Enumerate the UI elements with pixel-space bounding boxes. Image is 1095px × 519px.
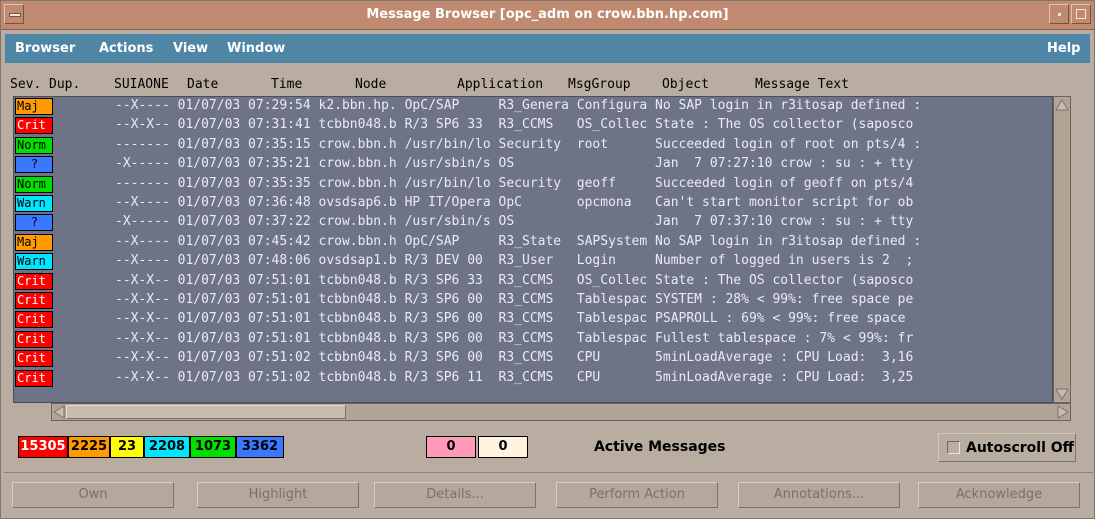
- severity-badge: ?: [15, 214, 53, 232]
- scroll-up-icon[interactable]: [1055, 98, 1069, 112]
- severity-badge: Crit: [15, 117, 53, 135]
- col-node[interactable]: Node: [355, 77, 386, 92]
- message-rows[interactable]: Maj --X---- 01/07/03 07:29:54 k2.bbn.hp. …: [13, 96, 1053, 403]
- message-row[interactable]: Norm ------- 01/07/03 07:35:35 crow.bbn.h…: [14, 175, 1052, 194]
- severity-count: 23: [110, 436, 144, 458]
- severity-badge: Crit: [15, 330, 53, 348]
- message-row[interactable]: Warn --X---- 01/07/03 07:48:06 ovsdsap1.b…: [14, 252, 1052, 271]
- message-row[interactable]: Crit --X-X-- 01/07/03 07:51:02 tcbbn048.b…: [14, 369, 1052, 388]
- menu-window[interactable]: Window: [227, 34, 285, 63]
- severity-badge: Maj: [15, 233, 53, 251]
- message-row-text: ------- 01/07/03 07:35:35 crow.bbn.h /us…: [115, 175, 914, 191]
- message-row-text: --X-X-- 01/07/03 07:51:02 tcbbn048.b R/3…: [115, 350, 914, 366]
- col-msggroup[interactable]: MsgGroup: [568, 77, 631, 92]
- severity-badge: Warn: [15, 253, 53, 271]
- severity-badge: Maj: [15, 98, 53, 115]
- severity-count: 2208: [144, 436, 190, 458]
- severity-badge: Warn: [15, 195, 53, 212]
- highlight-button[interactable]: Highlight: [197, 482, 359, 508]
- severity-badge: Norm: [15, 136, 53, 154]
- scroll-thumb[interactable]: [66, 405, 346, 419]
- severity-badge: ?: [15, 156, 53, 174]
- col-time[interactable]: Time: [271, 77, 302, 92]
- message-list: Sev. Dup. SUIAONE Date Time Node Applica…: [9, 73, 1074, 421]
- maximize-icon[interactable]: [1071, 4, 1091, 24]
- message-count: 0: [478, 436, 528, 458]
- severity-badge: Norm: [15, 175, 53, 193]
- message-row-text: --X---- 01/07/03 07:36:48 ovsdsap6.b HP …: [115, 195, 914, 210]
- message-browser-window: Message Browser [opc_adm on crow.bbn.hp.…: [0, 0, 1095, 519]
- message-row[interactable]: Crit --X-X-- 01/07/03 07:51:02 tcbbn048.b…: [14, 349, 1052, 368]
- col-suiaone[interactable]: SUIAONE: [114, 77, 169, 92]
- title-bar[interactable]: Message Browser [opc_adm on crow.bbn.hp.…: [1, 1, 1094, 30]
- col-application[interactable]: Application: [457, 77, 543, 92]
- message-row-text: ------- 01/07/03 07:35:15 crow.bbn.h /us…: [115, 136, 922, 152]
- autoscroll-toggle[interactable]: Autoscroll Off: [938, 433, 1076, 462]
- menu-actions[interactable]: Actions: [99, 34, 153, 63]
- col-date[interactable]: Date: [187, 77, 218, 92]
- message-row-text: --X-X-- 01/07/03 07:51:01 tcbbn048.b R/3…: [115, 311, 906, 327]
- menu-browser[interactable]: Browser: [15, 34, 75, 63]
- message-row-text: --X---- 01/07/03 07:48:06 ovsdsap1.b R/3…: [115, 253, 914, 269]
- severity-count: 1073: [190, 436, 236, 458]
- message-row[interactable]: Crit --X-X-- 01/07/03 07:51:01 tcbbn048.b…: [14, 310, 1052, 329]
- perform-action-button[interactable]: Perform Action: [556, 482, 718, 508]
- severity-badge: Crit: [15, 292, 53, 309]
- annotations-button[interactable]: Annotations...: [738, 482, 900, 508]
- severity-badge: Crit: [15, 311, 53, 329]
- message-row[interactable]: Crit --X-X-- 01/07/03 07:51:01 tcbbn048.b…: [14, 291, 1052, 310]
- message-row[interactable]: Norm ------- 01/07/03 07:35:15 crow.bbn.h…: [14, 136, 1052, 155]
- vertical-scrollbar[interactable]: [1053, 96, 1071, 403]
- severity-badge: Crit: [15, 369, 53, 387]
- autoscroll-label: Autoscroll Off: [966, 440, 1074, 456]
- menu-bar: Browser Actions View Window Help: [5, 34, 1090, 63]
- message-row-text: --X-X-- 01/07/03 07:51:02 tcbbn048.b R/3…: [115, 369, 914, 385]
- message-row[interactable]: Maj --X---- 01/07/03 07:29:54 k2.bbn.hp. …: [14, 97, 1052, 116]
- message-row-text: -X----- 01/07/03 07:35:21 crow.bbn.h /us…: [115, 156, 914, 172]
- message-row-text: --X---- 01/07/03 07:29:54 k2.bbn.hp. OpC…: [115, 98, 922, 113]
- severity-badge: Crit: [15, 272, 53, 290]
- message-row-text: --X-X-- 01/07/03 07:31:41 tcbbn048.b R/3…: [115, 117, 914, 133]
- column-headers: Sev. Dup. SUIAONE Date Time Node Applica…: [9, 73, 1074, 95]
- menu-view[interactable]: View: [173, 34, 208, 63]
- autoscroll-checkbox[interactable]: [947, 441, 960, 454]
- own-button[interactable]: Own: [12, 482, 174, 508]
- message-row[interactable]: Warn --X---- 01/07/03 07:36:48 ovsdsap6.b…: [14, 194, 1052, 213]
- message-row[interactable]: Crit --X-X-- 01/07/03 07:51:01 tcbbn048.b…: [14, 272, 1052, 291]
- window-title: Message Browser [opc_adm on crow.bbn.hp.…: [366, 7, 729, 22]
- message-row[interactable]: Crit --X-X-- 01/07/03 07:31:41 tcbbn048.b…: [14, 116, 1052, 135]
- severity-count: 2225: [68, 436, 110, 458]
- scroll-left-icon[interactable]: [53, 405, 65, 419]
- severity-count: 15305: [18, 436, 68, 458]
- message-row-text: --X-X-- 01/07/03 07:51:01 tcbbn048.b R/3…: [115, 292, 914, 307]
- col-dup[interactable]: Dup.: [49, 77, 80, 92]
- col-sev[interactable]: Sev.: [10, 77, 41, 92]
- col-object[interactable]: Object: [662, 77, 709, 92]
- action-button-bar: Own Highlight Details... Perform Action …: [4, 472, 1093, 516]
- message-row-text: --X-X-- 01/07/03 07:51:01 tcbbn048.b R/3…: [115, 272, 914, 288]
- menu-help[interactable]: Help: [1047, 34, 1080, 63]
- message-row[interactable]: Maj --X---- 01/07/03 07:45:42 crow.bbn.h …: [14, 233, 1052, 252]
- message-row-text: --X-X-- 01/07/03 07:51:01 tcbbn048.b R/3…: [115, 330, 914, 346]
- minimize-icon[interactable]: [1049, 4, 1069, 24]
- message-row[interactable]: Crit --X-X-- 01/07/03 07:51:01 tcbbn048.b…: [14, 330, 1052, 349]
- scroll-down-icon[interactable]: [1055, 387, 1069, 401]
- message-row[interactable]: ? -X----- 01/07/03 07:35:21 crow.bbn.h /u…: [14, 155, 1052, 174]
- message-count: 0: [426, 436, 476, 458]
- acknowledge-button[interactable]: Acknowledge: [918, 482, 1080, 508]
- message-row-text: --X---- 01/07/03 07:45:42 crow.bbn.h OpC…: [115, 233, 922, 249]
- severity-count: 3362: [236, 436, 284, 458]
- scroll-right-icon[interactable]: [1057, 405, 1069, 419]
- col-message-text[interactable]: Message Text: [755, 77, 849, 92]
- message-row[interactable]: ? -X----- 01/07/03 07:37:22 crow.bbn.h /u…: [14, 213, 1052, 232]
- message-row-text: -X----- 01/07/03 07:37:22 crow.bbn.h /us…: [115, 214, 914, 230]
- details-button[interactable]: Details...: [374, 482, 536, 508]
- horizontal-scrollbar[interactable]: [51, 403, 1071, 421]
- active-messages-label: Active Messages: [594, 439, 726, 455]
- severity-badge: Crit: [15, 350, 53, 368]
